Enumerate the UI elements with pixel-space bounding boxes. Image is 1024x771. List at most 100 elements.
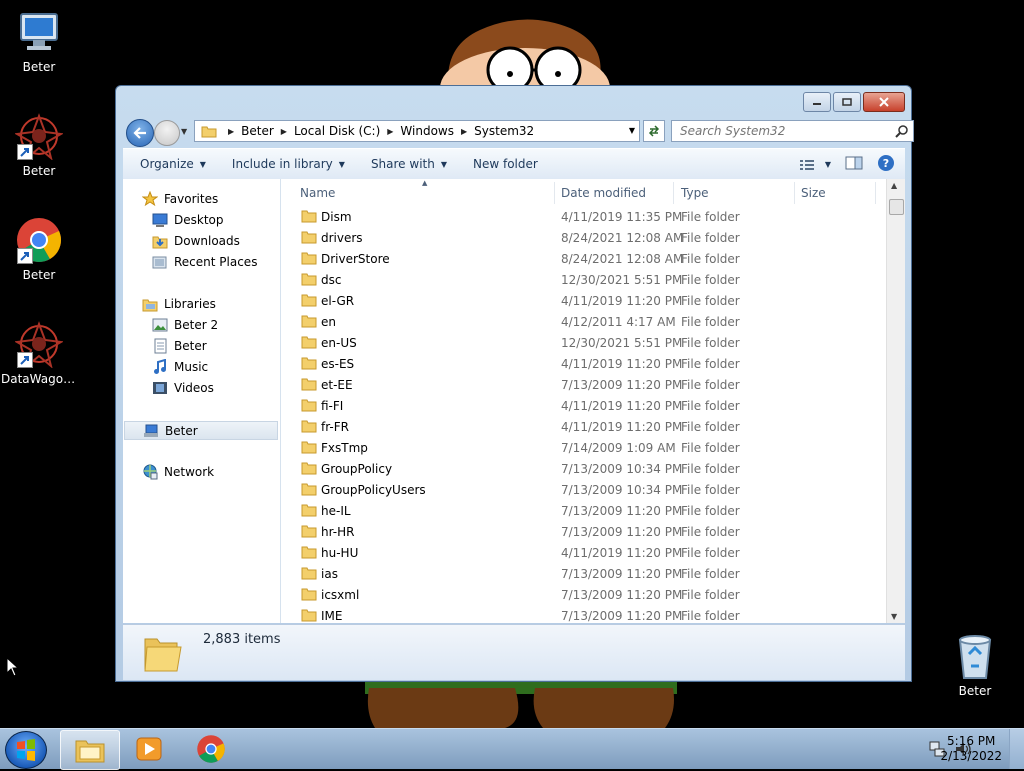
table-row[interactable]: fi-FI 4/11/2019 11:20 PM File folder [282, 395, 887, 416]
nav-homegroup-label: Beter [165, 423, 198, 438]
breadcrumb-separator[interactable]: ▶ [281, 127, 287, 136]
table-row[interactable]: en 4/12/2011 4:17 AM File folder [282, 311, 887, 332]
file-type: File folder [681, 608, 740, 623]
nav-network[interactable]: Network [142, 464, 214, 480]
back-button[interactable] [126, 119, 154, 147]
table-row[interactable]: he-IL 7/13/2009 11:20 PM File folder [282, 500, 887, 521]
address-bar[interactable]: ▶ Beter ▶ Local Disk (C:) ▶ Windows ▶ Sy… [194, 120, 640, 142]
scroll-up-arrow[interactable]: ▲ [891, 181, 897, 190]
column-separator[interactable] [794, 182, 795, 204]
recent-pages-dropdown[interactable]: ▼ [181, 127, 187, 136]
table-row[interactable]: Dism 4/11/2019 11:35 PM File folder [282, 206, 887, 227]
table-row[interactable]: et-EE 7/13/2009 11:20 PM File folder [282, 374, 887, 395]
table-row[interactable]: ias 7/13/2009 11:20 PM File folder [282, 563, 887, 584]
nav-beter2[interactable]: Beter 2 [152, 317, 218, 333]
close-button[interactable] [863, 92, 905, 112]
table-row[interactable]: drivers 8/24/2021 12:08 AM File folder [282, 227, 887, 248]
breadcrumb-local-disk[interactable]: Local Disk (C:) [294, 124, 380, 138]
column-separator[interactable] [554, 182, 555, 204]
nav-libraries-label: Libraries [164, 297, 216, 311]
table-row[interactable]: IME 7/13/2009 11:20 PM File folder [282, 605, 887, 623]
nav-desktop[interactable]: Desktop [152, 212, 224, 228]
folder-icon [301, 462, 317, 475]
search-input[interactable] [678, 123, 882, 139]
search-box[interactable] [671, 120, 914, 142]
show-desktop-button[interactable] [1009, 729, 1024, 769]
start-button[interactable] [5, 731, 47, 769]
file-name: fr-FR [321, 419, 349, 434]
breadcrumb-windows[interactable]: Windows [400, 124, 454, 138]
breadcrumb-separator[interactable]: ▶ [461, 127, 467, 136]
breadcrumb-separator[interactable]: ▶ [228, 127, 234, 136]
file-type: File folder [681, 293, 740, 308]
desktop-icon-chrome[interactable]: Beter [1, 216, 77, 282]
breadcrumb-separator[interactable]: ▶ [387, 127, 393, 136]
forward-button[interactable] [154, 120, 180, 146]
column-separator[interactable] [673, 182, 674, 204]
scroll-down-arrow[interactable]: ▼ [891, 612, 897, 621]
taskbar: 5:16 PM 2/13/2022 [0, 728, 1024, 770]
nav-beter-library[interactable]: Beter [152, 338, 207, 354]
vertical-scrollbar[interactable]: ▲ ▼ [886, 179, 905, 623]
taskbar-chrome[interactable] [182, 730, 240, 768]
folder-icon [201, 126, 217, 138]
column-header-date-modified[interactable]: Date modified [561, 182, 646, 204]
table-row[interactable]: en-US 12/30/2021 5:51 PM File folder [282, 332, 887, 353]
preview-pane-button[interactable] [845, 156, 863, 173]
table-row[interactable]: fr-FR 4/11/2019 11:20 PM File folder [282, 416, 887, 437]
table-row[interactable]: FxsTmp 7/14/2009 1:09 AM File folder [282, 437, 887, 458]
help-button[interactable]: ? [877, 154, 895, 175]
breadcrumb-system32[interactable]: System32 [474, 124, 534, 138]
new-folder-button[interactable]: New folder [464, 157, 547, 171]
column-header-name[interactable]: Name [300, 182, 335, 204]
nav-homegroup[interactable]: Beter [124, 421, 278, 440]
nav-favorites[interactable]: Favorites [142, 191, 218, 207]
scrollbar-thumb[interactable] [889, 199, 904, 215]
table-row[interactable]: GroupPolicy 7/13/2009 10:34 PM File folder [282, 458, 887, 479]
table-row[interactable]: el-GR 4/11/2019 11:20 PM File folder [282, 290, 887, 311]
desktop-icon-computer[interactable]: Beter [1, 8, 77, 74]
nav-downloads[interactable]: Downloads [152, 233, 240, 249]
table-row[interactable]: hr-HR 7/13/2009 11:20 PM File folder [282, 521, 887, 542]
folder-icon [301, 357, 317, 370]
table-row[interactable]: dsc 12/30/2021 5:51 PM File folder [282, 269, 887, 290]
column-separator[interactable] [875, 182, 876, 204]
folder-icon [301, 609, 317, 622]
organize-menu[interactable]: Organize ▼ [131, 157, 215, 171]
share-with-label: Share with [370, 157, 435, 171]
nav-music[interactable]: Music [152, 359, 208, 375]
file-date-modified: 7/13/2009 10:34 PM [561, 461, 683, 476]
change-view-button[interactable]: ▼ [799, 159, 831, 171]
table-row[interactable]: es-ES 4/11/2019 11:20 PM File folder [282, 353, 887, 374]
refresh-button[interactable] [643, 120, 665, 142]
nav-recent-places[interactable]: Recent Places [152, 254, 257, 270]
column-header-size[interactable]: Size [801, 182, 826, 204]
desktop-icon-datawagon[interactable]: DataWagon... [1, 320, 77, 386]
share-with-menu[interactable]: Share with ▼ [362, 157, 456, 171]
folder-icon [301, 567, 317, 580]
nav-videos[interactable]: Videos [152, 380, 214, 396]
file-name: et-EE [321, 377, 353, 392]
maximize-button[interactable] [833, 92, 861, 112]
desktop-icon-recycle-bin[interactable]: Beter [937, 632, 1013, 698]
table-row[interactable]: DriverStore 8/24/2021 12:08 AM File folder [282, 248, 887, 269]
document-icon [154, 338, 167, 354]
column-header-type[interactable]: Type [681, 182, 709, 204]
include-in-library-menu[interactable]: Include in library ▼ [223, 157, 354, 171]
taskbar-clock[interactable]: 5:16 PM 2/13/2022 [940, 734, 1002, 764]
explorer-window: ▼ ▶ Beter ▶ Local Disk (C:) ▶ Windows ▶ … [115, 85, 914, 682]
nav-libraries[interactable]: Libraries [142, 296, 216, 312]
breadcrumb-beter[interactable]: Beter [241, 124, 274, 138]
table-row[interactable]: hu-HU 4/11/2019 11:20 PM File folder [282, 542, 887, 563]
file-date-modified: 8/24/2021 12:08 AM [561, 230, 684, 245]
taskbar-media-player[interactable] [120, 730, 178, 768]
minimize-button[interactable] [803, 92, 831, 112]
address-dropdown[interactable]: ▼ [629, 126, 635, 135]
table-row[interactable]: GroupPolicyUsers 7/13/2009 10:34 PM File f… [282, 479, 887, 500]
search-icon[interactable] [895, 124, 909, 138]
table-row[interactable]: icsxml 7/13/2009 11:20 PM File folder [282, 584, 887, 605]
taskbar-explorer[interactable] [60, 730, 120, 770]
column-header-size-label: Size [801, 186, 826, 200]
desktop-icon-label: Beter [22, 164, 56, 178]
desktop-icon-shortcut-1[interactable]: Beter [1, 112, 77, 178]
